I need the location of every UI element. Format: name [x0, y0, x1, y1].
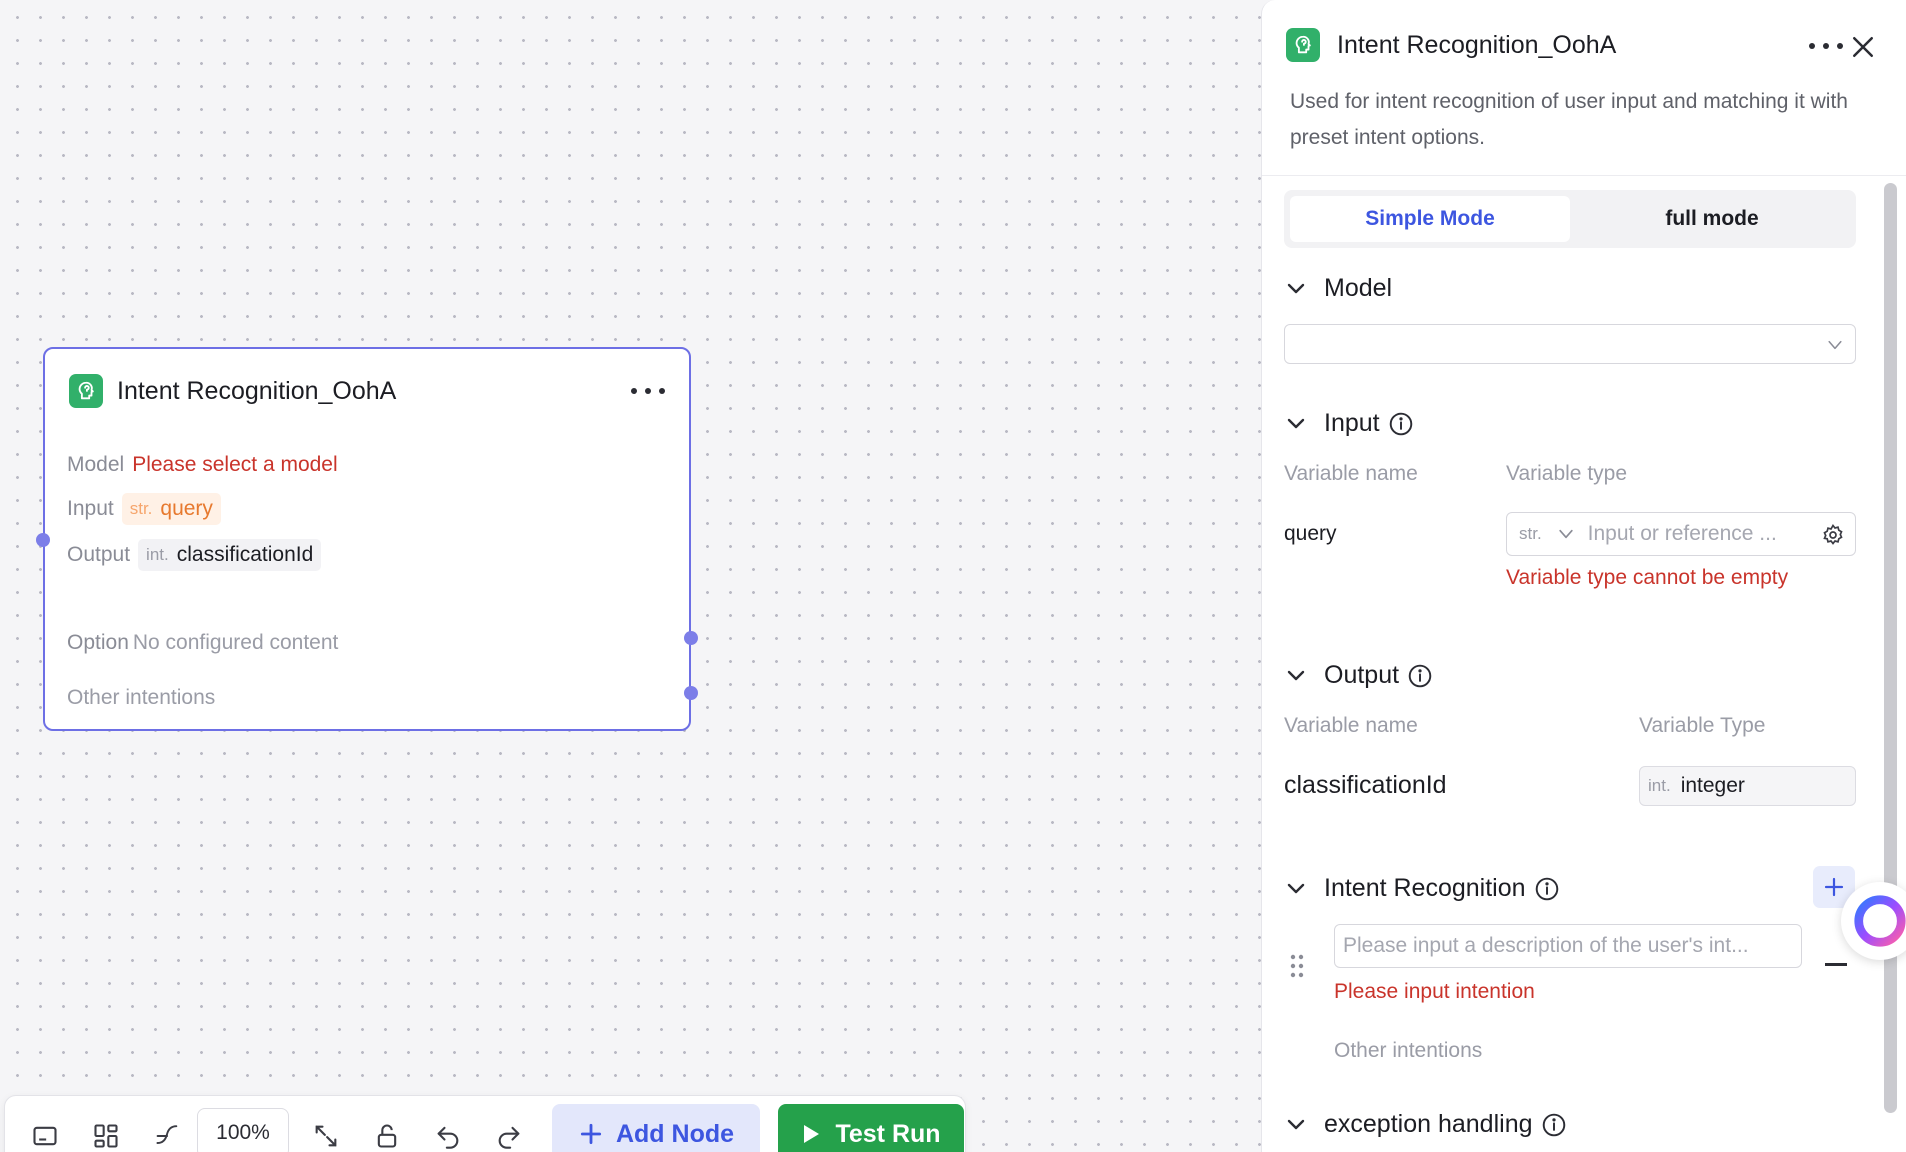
model-section-header[interactable]: Model [1284, 274, 1392, 303]
chevron-down-icon [1287, 418, 1305, 428]
chevron-down-icon [1287, 670, 1305, 680]
panel-scrollbar[interactable] [1884, 183, 1897, 1113]
input-col-type: Variable type [1506, 462, 1628, 485]
chevron-down-icon [1287, 283, 1305, 293]
input-type-tag: str. [1519, 524, 1542, 543]
info-icon[interactable] [1388, 411, 1414, 437]
lock-icon[interactable] [365, 1114, 409, 1152]
model-select[interactable] [1284, 324, 1856, 364]
output-var-name: classificationId [1284, 771, 1447, 799]
node-model-label: Model [67, 453, 125, 476]
node-option-row: Option No configured content [67, 631, 338, 655]
panel-divider [1262, 175, 1906, 176]
panel-more-icon[interactable] [1809, 36, 1843, 56]
output-heading: Output [1324, 661, 1400, 689]
node-output-type: int. [146, 545, 169, 564]
node-other-intentions: Other intentions [67, 686, 216, 709]
output-type-field: int. integer [1639, 766, 1856, 806]
chevron-down-icon [1287, 883, 1305, 893]
intent-error: Please input intention [1334, 980, 1535, 1003]
node-output-value: classificationId [176, 543, 314, 566]
node-model-value: Please select a model [132, 453, 338, 476]
intent-description-input[interactable] [1334, 924, 1802, 968]
info-icon[interactable] [1541, 1112, 1567, 1138]
model-heading: Model [1324, 274, 1393, 302]
add-node-label: Add Node [615, 1119, 735, 1148]
plus-icon [580, 1123, 602, 1145]
undo-icon[interactable] [426, 1114, 470, 1152]
redo-icon[interactable] [487, 1114, 531, 1152]
tab-simple-mode[interactable]: Simple Mode [1290, 196, 1570, 242]
remove-intent-icon[interactable] [1825, 963, 1847, 966]
intent-heading: Intent Recognition [1324, 874, 1526, 902]
panel-description: Used for intent recognition of user inpu… [1290, 90, 1848, 149]
node-more-icon[interactable] [631, 381, 665, 401]
add-node-button[interactable]: Add Node [552, 1104, 760, 1152]
intent-section-header[interactable]: Intent Recognition [1284, 874, 1560, 903]
node-option-label: Option [67, 631, 129, 654]
node-config-panel: Intent Recognition_OohA Used for intent … [1261, 0, 1906, 1152]
node-output-row: Output int. classificationId [67, 539, 322, 571]
input-reference-placeholder: Input or reference ... [1587, 522, 1777, 545]
exception-heading: exception handling [1324, 1110, 1533, 1138]
info-icon[interactable] [1407, 663, 1433, 689]
canvas-toolbar: 100% Add Node Test Run [4, 1095, 966, 1152]
output-col-name: Variable name [1284, 714, 1418, 737]
input-type-error: Variable type cannot be empty [1506, 566, 1789, 589]
plus-icon [1824, 877, 1844, 897]
intent-other-intentions: Other intentions [1334, 1039, 1483, 1062]
play-icon [804, 1125, 820, 1143]
node-input-type: str. [129, 499, 153, 518]
layout-icon[interactable] [84, 1114, 128, 1152]
assistant-logo-icon[interactable] [1841, 882, 1906, 960]
node-output-label: Output [67, 543, 131, 566]
input-heading: Input [1324, 409, 1380, 437]
option-output-port[interactable] [684, 631, 698, 645]
exception-section-header[interactable]: exception handling [1284, 1110, 1567, 1139]
test-run-button[interactable]: Test Run [778, 1104, 964, 1152]
output-section-header[interactable]: Output [1284, 661, 1433, 690]
input-section-header[interactable]: Input [1284, 409, 1414, 438]
node-header: Intent Recognition_OohA [69, 373, 665, 409]
drag-handle-icon[interactable] [1289, 953, 1305, 979]
chevron-down-icon [1828, 340, 1842, 350]
output-col-type: Variable Type [1639, 714, 1766, 737]
zoom-level[interactable]: 100% [197, 1108, 289, 1152]
tab-full-mode[interactable]: full mode [1572, 196, 1852, 242]
input-reference-field[interactable]: str. Input or reference ... [1506, 512, 1856, 556]
node-model-row: Model Please select a model [67, 453, 338, 477]
chevron-down-icon[interactable] [1556, 524, 1576, 544]
node-option-value: No configured content [132, 631, 339, 654]
test-run-label: Test Run [835, 1119, 941, 1148]
info-icon[interactable] [1534, 876, 1560, 902]
connector-style-icon[interactable] [145, 1114, 189, 1152]
mode-switch: Simple Mode full mode [1284, 190, 1856, 248]
chevron-down-icon [1287, 1119, 1305, 1129]
panel-title: Intent Recognition_OohA [1337, 31, 1617, 59]
other-output-port[interactable] [684, 686, 698, 700]
fit-view-icon[interactable] [304, 1114, 348, 1152]
output-type-tag: int. [1648, 776, 1671, 795]
node-input-label: Input [67, 497, 114, 520]
minimap-icon[interactable] [23, 1114, 67, 1152]
node-other-row: Other intentions [67, 686, 215, 710]
intent-recognition-node[interactable]: Intent Recognition_OohA Model Please sel… [36, 347, 698, 731]
close-icon[interactable] [1848, 32, 1878, 62]
node-input-row: Input str. query [67, 493, 221, 525]
input-var-name: query [1284, 522, 1337, 545]
node-input-value: query [160, 497, 213, 520]
output-type-value: integer [1680, 774, 1745, 797]
input-col-name: Variable name [1284, 462, 1418, 485]
node-input-tag: str. query [121, 493, 221, 525]
gear-icon[interactable] [1821, 523, 1845, 547]
brain-icon [1286, 28, 1320, 62]
node-output-tag: int. classificationId [138, 539, 322, 571]
node-title: Intent Recognition_OohA [117, 376, 397, 405]
input-port[interactable] [36, 533, 50, 547]
brain-icon [69, 374, 103, 408]
